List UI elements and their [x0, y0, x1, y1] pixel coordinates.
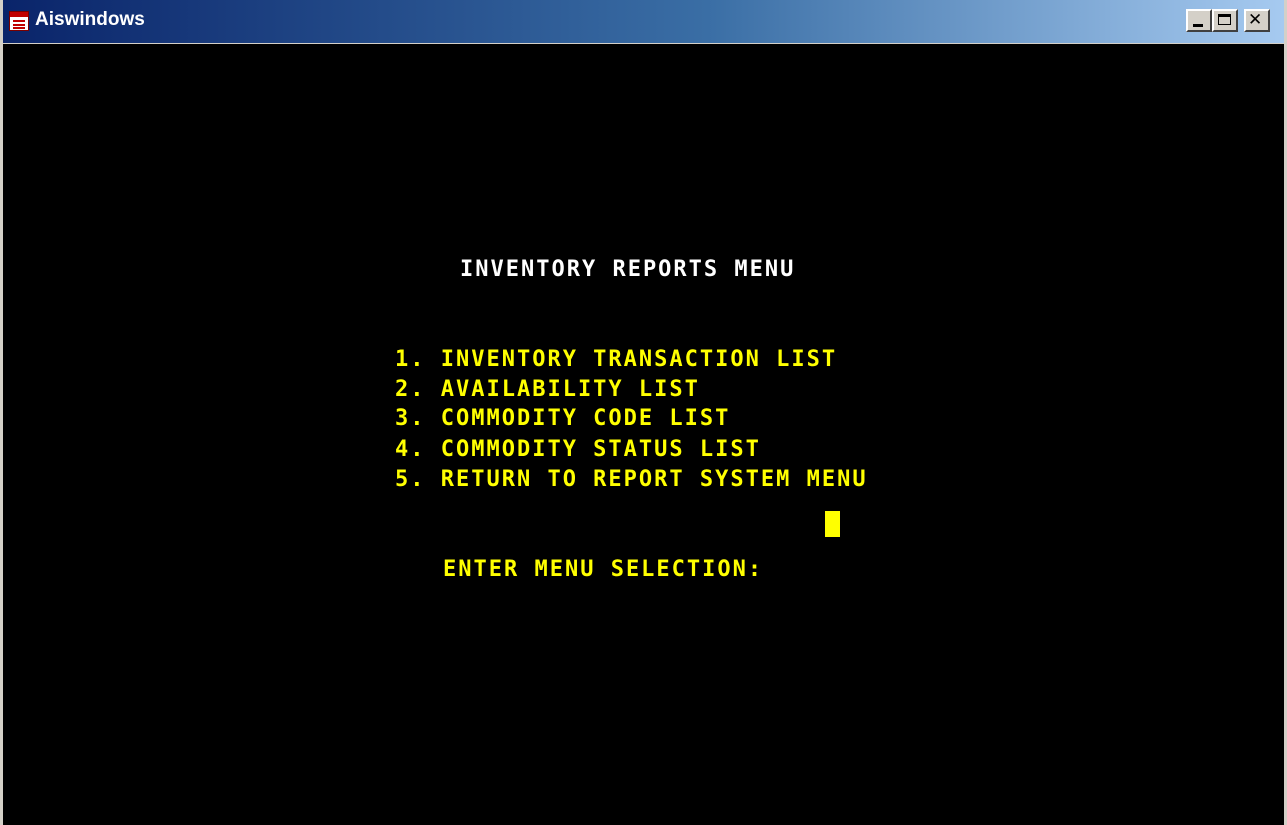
menu-item-5: 5. RETURN TO REPORT SYSTEM MENU	[395, 467, 868, 492]
menu-heading: INVENTORY REPORTS MENU	[460, 257, 796, 282]
text-cursor	[825, 511, 840, 537]
minimize-button[interactable]	[1186, 9, 1212, 32]
window-list-icon[interactable]	[9, 11, 29, 31]
menu-item-2: 2. AVAILABILITY LIST	[395, 377, 700, 402]
menu-item-4: 4. COMMODITY STATUS LIST	[395, 437, 761, 462]
application-window: Aiswindows ✕ INVENTORY REPORTS MENU 1. I…	[0, 0, 1287, 825]
maximize-icon	[1218, 14, 1231, 25]
close-icon: ✕	[1248, 10, 1263, 30]
title-bar[interactable]: Aiswindows ✕	[3, 0, 1284, 44]
terminal-screen[interactable]: INVENTORY REPORTS MENU 1. INVENTORY TRAN…	[3, 44, 1284, 825]
menu-item-1: 1. INVENTORY TRANSACTION LIST	[395, 347, 838, 372]
close-button[interactable]: ✕	[1244, 9, 1270, 32]
menu-item-3: 3. COMMODITY CODE LIST	[395, 406, 731, 431]
selection-prompt: ENTER MENU SELECTION:	[443, 557, 764, 582]
minimize-icon	[1193, 24, 1203, 27]
maximize-button[interactable]	[1212, 9, 1238, 32]
window-title: Aiswindows	[35, 9, 145, 30]
